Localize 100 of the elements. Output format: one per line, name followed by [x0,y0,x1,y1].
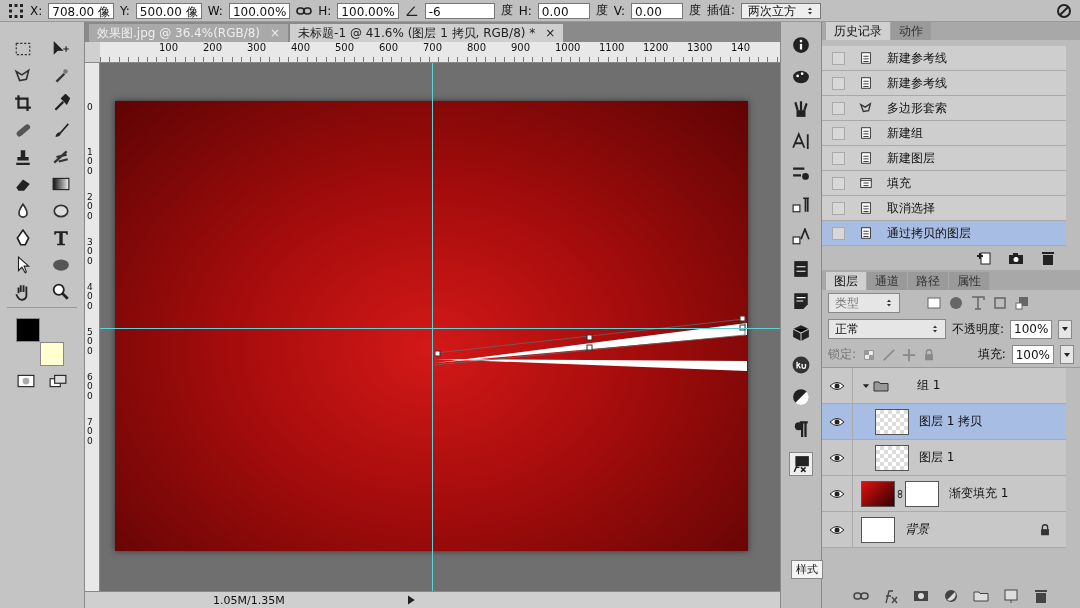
ruler-label: 1300 [686,42,714,55]
interpolation-dropdown[interactable]: 两次立方 [741,2,822,19]
layer-thumbnail [875,444,909,471]
panel-tab[interactable]: 图层 [826,272,866,290]
mask-icon[interactable] [913,588,929,604]
image-filter-icon[interactable] [926,295,942,311]
quick-mask-icon[interactable] [17,372,35,390]
new-document-icon[interactable] [976,250,992,266]
smart-object-filter-icon[interactable] [1014,295,1030,311]
history-item[interactable]: 新建图层 [822,146,1066,171]
stamp-icon[interactable] [14,148,32,166]
ruler-label: 100 [86,148,94,178]
history-item[interactable]: 通过拷贝的图层 [822,221,1066,246]
lock-label: 锁定: [828,346,857,363]
paragraph-icon[interactable] [792,420,810,438]
lasso-icon [859,101,873,115]
panel-tab[interactable]: 历史记录 [826,22,890,40]
close-tab-button[interactable]: × [545,26,556,40]
zoom-icon[interactable] [52,283,70,301]
styles-button[interactable] [789,452,813,476]
filter-dropdown[interactable]: 类型 [828,293,900,313]
pen-icon[interactable] [14,229,32,247]
panel-tab[interactable]: 动作 [891,22,931,40]
angle-field[interactable]: -6 [424,2,495,19]
character-styles-icon[interactable] [792,228,810,246]
ruler-label: 500 [334,42,356,55]
history-item[interactable]: 取消选择 [822,196,1066,221]
panel-tab[interactable]: 路径 [908,272,948,290]
fill-field[interactable]: 100% [1011,345,1054,364]
adjustment-filter-icon[interactable] [948,295,964,311]
history-item[interactable]: 多边形套索 [822,96,1066,121]
ruler-label: 600 [378,42,400,55]
value-field[interactable]: 100.00% [228,2,291,19]
layer-row[interactable]: 渐变填充 1 [822,476,1066,512]
layer-row[interactable]: 组 1 [822,368,1066,404]
value-field[interactable]: 0.00 [537,2,590,19]
background-color-swatch[interactable] [40,342,64,366]
history-item[interactable]: 新建参考线 [822,71,1066,96]
cancel-icon[interactable] [1056,2,1072,19]
panel-tab[interactable]: 属性 [949,272,989,290]
history-item[interactable]: 填充 [822,171,1066,196]
screen-mode-icon[interactable] [49,372,67,390]
foreground-color-swatch[interactable] [16,318,40,342]
new-layer-icon[interactable] [1003,588,1019,604]
trash-icon[interactable] [1040,250,1056,266]
ruler-label: 700 [422,42,444,55]
layer-name: 图层 1 [919,449,955,466]
folder-icon[interactable] [973,588,989,604]
fx-icon[interactable] [883,588,899,604]
notes-icon[interactable] [792,292,810,310]
marquee-icon[interactable] [14,40,32,58]
unit-label: 度 [689,2,702,19]
gradient-icon[interactable] [52,175,70,193]
layer-row[interactable]: 图层 1 拷贝 [822,404,1066,440]
lock-icon [1038,522,1052,537]
value-field[interactable]: 100.00% [337,2,399,19]
dropdown-button[interactable] [1060,345,1074,364]
layer-row[interactable]: 背景 [822,512,1066,548]
document-tab[interactable]: 未标题-1 @ 41.6% (图层 1 拷贝, RGB/8) * × [290,24,564,42]
ruler-label: 900 [510,42,532,55]
mask-thumbnail [905,480,939,507]
field-label: W: [207,3,223,18]
ruler-label: 1100 [598,42,626,55]
lock-transparency-icon[interactable] [862,347,877,362]
dropdown-button[interactable] [1058,319,1073,339]
document-icon [859,226,873,240]
kuler-icon[interactable] [792,356,810,374]
crop-icon[interactable] [14,94,32,112]
opacity-field[interactable]: 100% [1010,319,1053,339]
cube-icon[interactable] [792,324,810,342]
blend-mode-dropdown[interactable]: 正常 [828,319,946,339]
layer-row[interactable]: 图层 1 [822,440,1066,476]
ellipse-icon[interactable] [52,256,70,274]
info-icon[interactable] [792,36,810,54]
fx-icon [792,455,810,473]
palette-icon[interactable] [792,68,810,86]
brush-icon[interactable] [52,121,70,139]
layer-name: 渐变填充 1 [949,485,1009,502]
paragraph-styles-icon[interactable] [792,196,810,214]
transform-grid-icon[interactable] [8,2,24,19]
character-icon[interactable] [792,132,810,150]
adjustments-icon[interactable] [792,388,810,406]
layer-comps-icon[interactable] [792,260,810,278]
ruler-label: 600 [86,373,94,403]
adjustment-layer-icon[interactable] [943,588,959,604]
panel-tab[interactable]: 通道 [867,272,907,290]
ruler-label: 300 [86,238,94,268]
value-field[interactable]: 0.00 [631,2,684,19]
history-item[interactable]: 新建组 [822,121,1066,146]
brushes-icon[interactable] [792,100,810,118]
brush-presets-icon[interactable] [792,164,810,182]
layer-name: 图层 1 拷贝 [919,413,983,430]
eyedropper-icon[interactable] [52,94,70,112]
camera-icon[interactable] [1008,250,1024,266]
type-icon[interactable] [52,229,70,247]
value-field[interactable]: 708.00 像 [48,2,115,19]
trash-icon[interactable] [1033,588,1049,604]
history-item[interactable]: 新建参考线 [822,46,1066,71]
value-field[interactable]: 500.00 像 [135,2,202,19]
ruler-label: 800 [466,42,488,55]
